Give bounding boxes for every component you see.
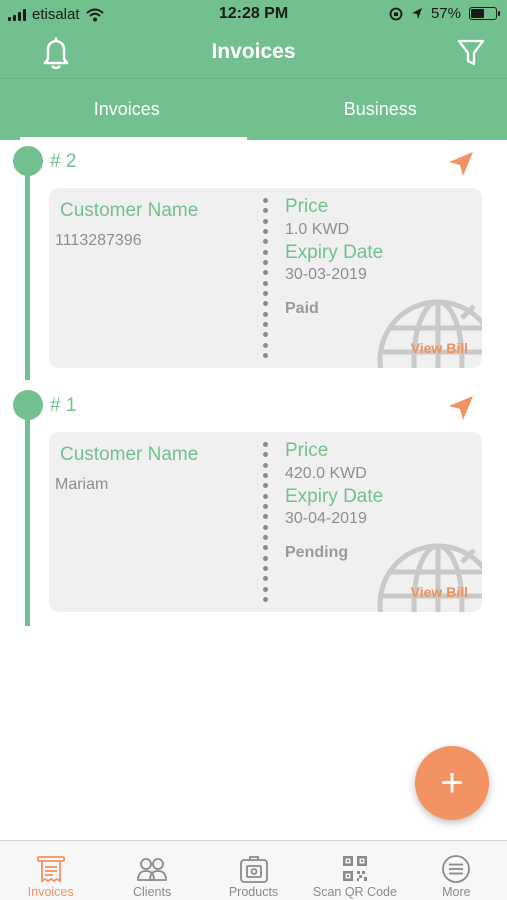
battery-percent: 57% xyxy=(430,5,461,22)
invoices-screen: etisalat 12:28 PM 57% Invoices Invoices … xyxy=(0,0,507,900)
tab-business[interactable]: Business xyxy=(254,79,507,140)
rotation-lock-icon xyxy=(389,7,403,20)
price-value: 420.0 KWD xyxy=(285,465,367,482)
customer-name-value: Mariam xyxy=(55,476,109,493)
bottom-tab-label: Invoices xyxy=(27,885,74,899)
expiry-date-label: Expiry Date xyxy=(285,242,384,263)
bottom-tab-label: More xyxy=(442,885,471,899)
bottom-tab-invoices[interactable]: Invoices xyxy=(0,841,101,900)
more-icon xyxy=(442,855,471,883)
invoice-icon xyxy=(36,856,65,883)
bottom-tab-scan-qr[interactable]: Scan QR Code xyxy=(304,841,405,900)
send-icon[interactable] xyxy=(447,150,475,178)
timeline-line xyxy=(25,414,30,626)
timeline-line xyxy=(25,170,30,380)
bottom-tab-bar: Invoices Clients Products Scan QR Code M… xyxy=(0,840,507,900)
segment-tabs: Invoices Business xyxy=(0,78,507,140)
expiry-date-value: 30-03-2019 xyxy=(285,266,367,283)
dotted-divider xyxy=(262,198,268,358)
clients-icon xyxy=(137,858,168,881)
globe-icon xyxy=(377,543,482,612)
customer-name-label: Customer Name xyxy=(60,200,199,221)
price-value: 1.0 KWD xyxy=(285,221,350,238)
battery-icon xyxy=(469,7,500,20)
dotted-divider xyxy=(262,442,268,602)
view-bill-link[interactable]: View Bill xyxy=(411,584,468,600)
location-icon xyxy=(411,8,422,19)
tab-invoices[interactable]: Invoices xyxy=(0,79,254,140)
status-badge: Pending xyxy=(285,544,349,561)
bottom-tab-label: Clients xyxy=(133,885,172,899)
customer-name-value: 1113287396 xyxy=(55,232,142,249)
timeline-dot xyxy=(13,390,43,420)
status-badge: Paid xyxy=(285,300,319,317)
status-bar: etisalat 12:28 PM 57% xyxy=(0,0,507,30)
page-title: Invoices xyxy=(211,40,296,63)
invoice-card[interactable]: Customer Name Mariam Price 420.0 KWD Exp… xyxy=(49,432,482,612)
qr-code-icon xyxy=(342,856,367,881)
bottom-tab-products[interactable]: Products xyxy=(203,841,304,900)
invoice-number: # 2 xyxy=(50,151,77,172)
status-right: 57% xyxy=(389,5,500,22)
invoice-card[interactable]: Customer Name 1113287396 Price 1.0 KWD E… xyxy=(49,188,482,368)
globe-icon xyxy=(377,299,482,368)
price-label: Price xyxy=(285,440,329,461)
expiry-date-label: Expiry Date xyxy=(285,486,384,507)
timeline-dot xyxy=(13,146,43,176)
bottom-tab-label: Scan QR Code xyxy=(312,885,397,899)
expiry-date-value: 30-04-2019 xyxy=(285,510,367,527)
bottom-tab-clients[interactable]: Clients xyxy=(101,841,202,900)
invoice-number: # 1 xyxy=(50,395,77,416)
bottom-tab-label: Products xyxy=(228,885,279,899)
price-label: Price xyxy=(285,196,329,217)
filter-icon[interactable] xyxy=(457,38,485,68)
customer-name-label: Customer Name xyxy=(60,444,199,465)
bottom-tab-more[interactable]: More xyxy=(406,841,507,900)
nav-bar: Invoices xyxy=(0,30,507,78)
products-icon xyxy=(239,856,268,883)
view-bill-link[interactable]: View Bill xyxy=(411,340,468,356)
send-icon[interactable] xyxy=(447,394,475,422)
add-invoice-button[interactable]: + xyxy=(415,746,489,820)
